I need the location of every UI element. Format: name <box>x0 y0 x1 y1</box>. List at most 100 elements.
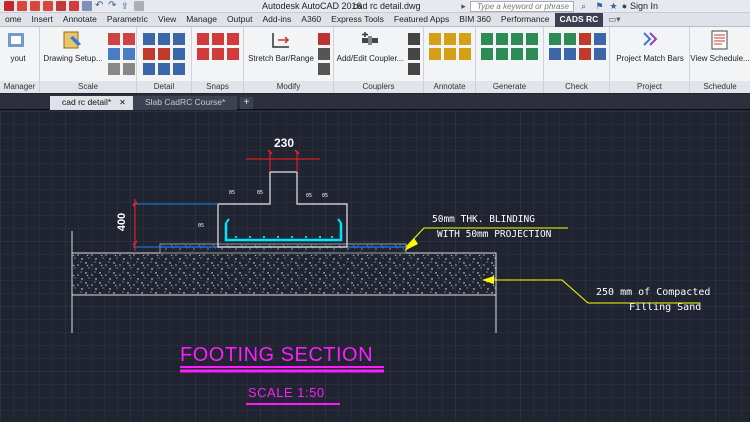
tab-express-tools[interactable]: Express Tools <box>326 13 389 27</box>
doc-tab-cad-rc-detail[interactable]: cad rc detail* ✕ <box>50 96 138 110</box>
tab-annotate[interactable]: Annotate <box>58 13 102 27</box>
generate-h-icon[interactable] <box>526 48 538 60</box>
coupler-c-icon[interactable] <box>408 63 420 75</box>
detail-lv-icon[interactable] <box>173 33 185 45</box>
coupler-b-icon[interactable] <box>408 48 420 60</box>
undo-icon[interactable]: ↶ <box>95 1 105 11</box>
tab-view[interactable]: View <box>153 13 181 27</box>
check-d-icon[interactable] <box>594 33 606 45</box>
new-tab-button[interactable]: + <box>240 97 253 109</box>
doc-tab-slab-cadrc-course[interactable]: Slab CadRC Course* <box>133 96 238 110</box>
generate-e-icon[interactable] <box>481 48 493 60</box>
tab-add-ins[interactable]: Add-ins <box>257 13 296 27</box>
check-c-icon[interactable] <box>579 33 591 45</box>
snap-d-icon[interactable] <box>197 48 209 60</box>
snap-f-icon[interactable] <box>227 48 239 60</box>
tab-parametric[interactable]: Parametric <box>102 13 153 27</box>
project-match-bars-button[interactable]: Project Match Bars <box>612 29 688 63</box>
scale-c-icon[interactable] <box>108 48 120 60</box>
info-center-icon[interactable]: ⚑ <box>594 1 605 12</box>
scale-a-icon[interactable] <box>108 33 120 45</box>
scale-f-icon[interactable] <box>123 63 135 75</box>
tab-ome[interactable]: ome <box>0 13 27 27</box>
modify-c-icon[interactable] <box>318 63 330 75</box>
add-edit-coupler-button[interactable]: Add/Edit Coupler... <box>334 29 406 63</box>
detail-row2a-icon[interactable] <box>143 48 155 60</box>
layout-button[interactable]: yout <box>0 29 36 63</box>
sign-in-button[interactable]: Sign In <box>630 1 658 11</box>
drawing-canvas[interactable]: 230 400 05 05 05 05 05 50mm THK. BLINDIN… <box>0 111 750 422</box>
detail-ls-icon[interactable] <box>158 33 170 45</box>
check-f-icon[interactable] <box>564 48 576 60</box>
tab-performance[interactable]: Performance <box>496 13 555 27</box>
coupler-tools <box>408 33 420 75</box>
panel-modify: Stretch Bar/Range Modify <box>244 27 334 93</box>
drawing-setup-button[interactable]: Drawing Setup... <box>42 29 104 63</box>
search-toggle-icon[interactable]: ▸ <box>458 1 469 12</box>
scale-d-icon[interactable] <box>123 48 135 60</box>
share-icon[interactable]: ⇪ <box>121 1 131 11</box>
small-dim-label-1: 05 <box>229 190 236 196</box>
generate-c-icon[interactable] <box>511 33 523 45</box>
check-a-icon[interactable] <box>549 33 561 45</box>
snap-c-icon[interactable] <box>227 33 239 45</box>
modify-a-icon[interactable] <box>318 33 330 45</box>
scale-e-icon[interactable] <box>108 63 120 75</box>
snap-a-icon[interactable] <box>197 33 209 45</box>
file-title: cad rc detail.dwg <box>353 1 421 11</box>
annotate-f-icon[interactable] <box>459 48 471 60</box>
check-e-icon[interactable] <box>549 48 561 60</box>
coupler-a-icon[interactable] <box>408 33 420 45</box>
search-input[interactable]: Type a keyword or phrase <box>470 1 574 12</box>
app-menu-icon[interactable] <box>4 1 14 11</box>
generate-b-icon[interactable] <box>496 33 508 45</box>
favorites-icon[interactable]: ★ <box>608 1 619 12</box>
tab-bim-360[interactable]: BIM 360 <box>454 13 496 27</box>
new-file-icon[interactable] <box>17 1 27 11</box>
generate-a-icon[interactable] <box>481 33 493 45</box>
annotate-e-icon[interactable] <box>444 48 456 60</box>
open-file-icon[interactable] <box>30 1 40 11</box>
detail-row3c-icon[interactable] <box>173 63 185 75</box>
save-as-icon[interactable] <box>56 1 66 11</box>
detail-lm-icon[interactable] <box>143 33 155 45</box>
annotate-b-icon[interactable] <box>444 33 456 45</box>
annotate-c-icon[interactable] <box>459 33 471 45</box>
stretch-bar-range-button[interactable]: Stretch Bar/Range <box>246 29 316 63</box>
print-icon[interactable] <box>69 1 79 11</box>
detail-row2c-icon[interactable] <box>173 48 185 60</box>
check-h-icon[interactable] <box>594 48 606 60</box>
tab-insert[interactable]: Insert <box>27 13 58 27</box>
annotate-a-icon[interactable] <box>429 33 441 45</box>
tab-cads-rc[interactable]: CADS RC <box>554 13 604 27</box>
view-schedule-button[interactable]: View Schedule... <box>690 29 750 63</box>
check-g-icon[interactable] <box>579 48 591 60</box>
detail-row3b-icon[interactable] <box>158 63 170 75</box>
snap-b-icon[interactable] <box>212 33 224 45</box>
tab-output[interactable]: Output <box>222 13 258 27</box>
tab-manage[interactable]: Manage <box>181 13 222 27</box>
binoculars-icon[interactable]: ⌕ <box>578 1 589 12</box>
generate-f-icon[interactable] <box>496 48 508 60</box>
snap-e-icon[interactable] <box>212 48 224 60</box>
scale-b-icon[interactable] <box>123 33 135 45</box>
user-icon[interactable]: ● <box>619 1 630 12</box>
modify-b-icon[interactable] <box>318 48 330 60</box>
ribbon-options-icon[interactable]: ▭▾ <box>603 13 625 27</box>
tab-featured-apps[interactable]: Featured Apps <box>389 13 454 27</box>
generate-d-icon[interactable] <box>526 33 538 45</box>
generate-g-icon[interactable] <box>511 48 523 60</box>
redo-icon[interactable]: ↷ <box>108 1 118 11</box>
ribbon-tabs: ome Insert Annotate Parametric View Manage Out… <box>0 13 750 27</box>
panel-title-check: Check <box>544 81 609 93</box>
ribbon: yout Manager Drawing Setup... Scale Deta… <box>0 27 750 93</box>
save-icon[interactable] <box>43 1 53 11</box>
check-b-icon[interactable] <box>564 33 576 45</box>
tab-a360[interactable]: A360 <box>296 13 326 27</box>
close-icon[interactable]: ✕ <box>119 98 126 107</box>
plot-icon[interactable] <box>82 1 92 11</box>
detail-row2b-icon[interactable] <box>158 48 170 60</box>
workspace-icon[interactable] <box>134 1 144 11</box>
detail-row3a-icon[interactable] <box>143 63 155 75</box>
annotate-d-icon[interactable] <box>429 48 441 60</box>
